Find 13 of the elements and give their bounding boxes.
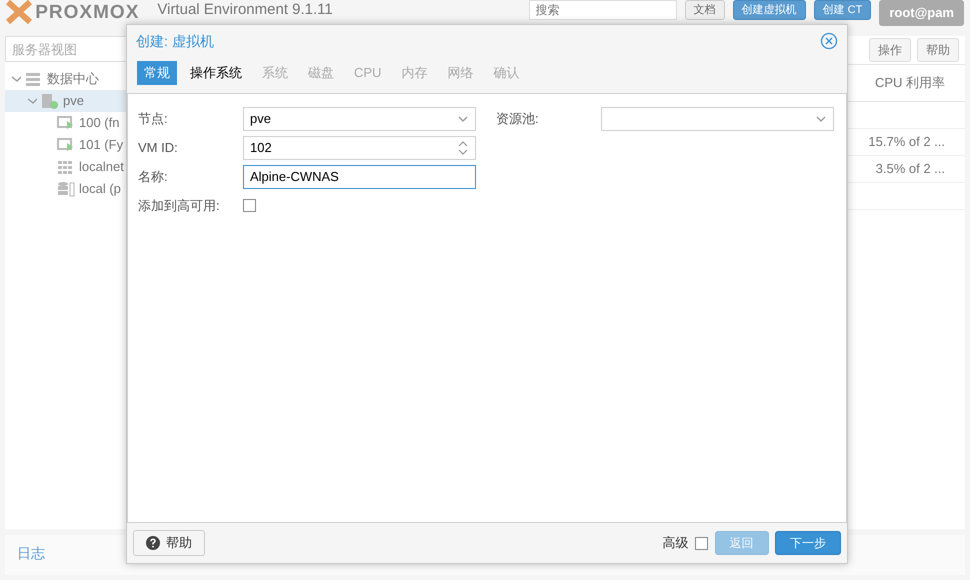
field-label: 名称: xyxy=(138,168,169,186)
dialog-title: 创建: 虚拟机 xyxy=(136,32,214,50)
column-header: CPU 利用率 xyxy=(874,74,945,92)
logo-text: PROXMOX xyxy=(35,2,140,22)
version-text: Virtual Environment 9.1.11 xyxy=(157,0,333,20)
field-label: 高级 xyxy=(662,534,688,552)
field-label: 节点: xyxy=(138,110,169,128)
field-label: VM ID: xyxy=(138,138,179,157)
field-label: 添加到高可用: xyxy=(138,196,221,215)
panel-title: 日志 xyxy=(17,545,45,561)
table-cell-text: 15.7% of 2 ... xyxy=(868,133,945,152)
field-label: 资源池: xyxy=(496,110,540,128)
table-cell-text: 3.5% of 2 ... xyxy=(876,160,945,178)
